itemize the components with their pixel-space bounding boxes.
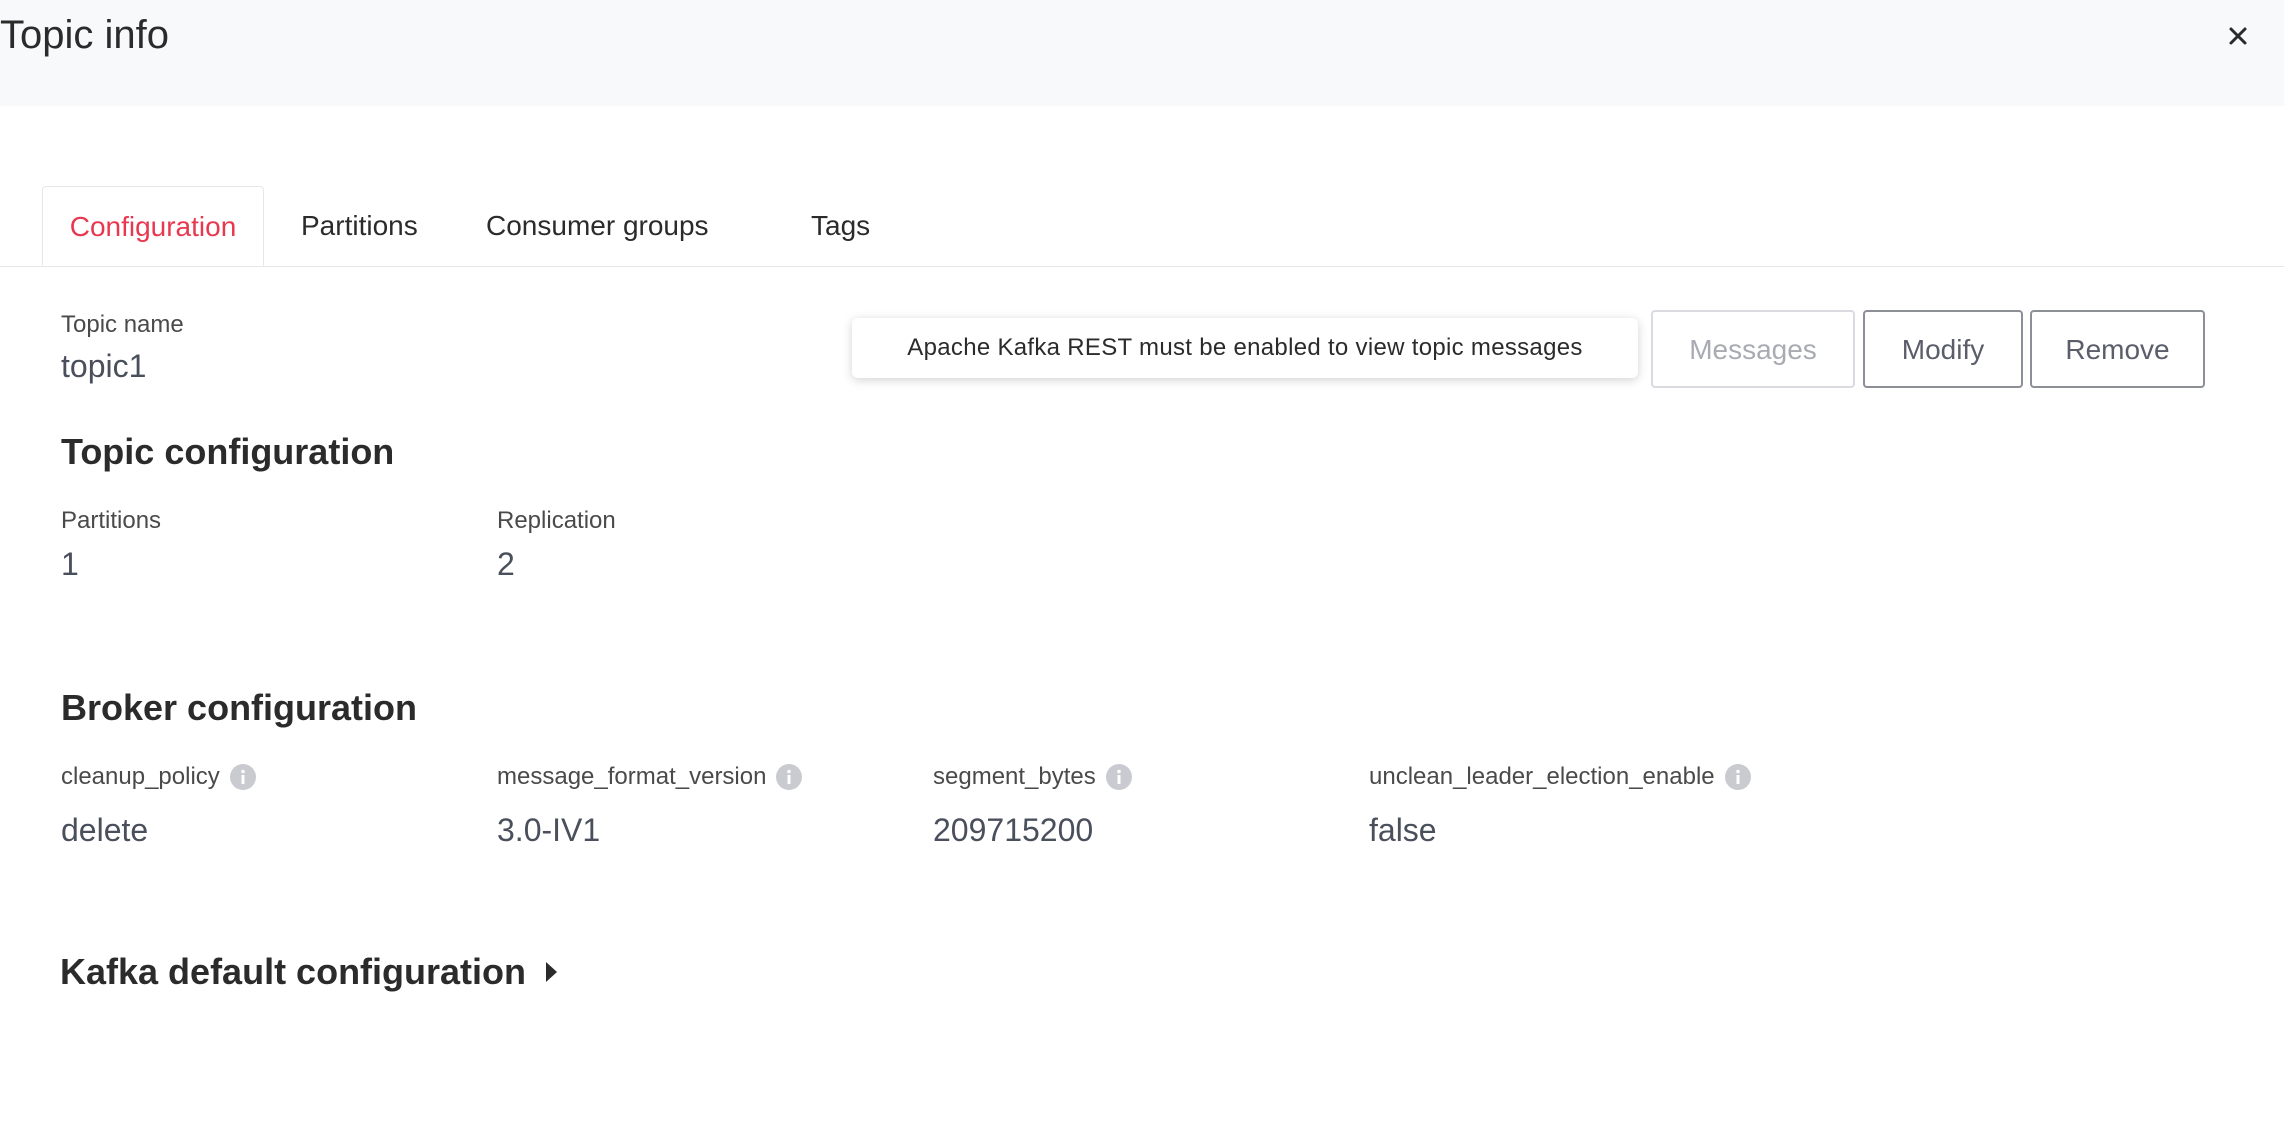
message-format-version-label: message_format_version [497, 763, 767, 790]
caret-right-icon [546, 962, 558, 982]
panel-header: Topic info [0, 0, 2284, 106]
broker-prop-label: cleanup_policy [61, 762, 256, 792]
remove-button[interactable]: Remove [2030, 310, 2205, 388]
segment-bytes-label: segment_bytes [933, 763, 1096, 790]
tab-configuration[interactable]: Configuration [42, 186, 264, 266]
topic-name-label: Topic name [61, 311, 184, 338]
topic-name-value: topic1 [61, 348, 147, 384]
tab-consumer-groups[interactable]: Consumer groups [486, 186, 709, 265]
panel-title: Topic info [0, 13, 169, 57]
cleanup-policy-value: delete [61, 812, 149, 848]
info-icon[interactable] [1724, 764, 1751, 790]
partitions-value: 1 [61, 546, 79, 582]
replication-label: Replication [497, 507, 616, 534]
info-icon[interactable] [229, 764, 256, 790]
tab-partitions[interactable]: Partitions [301, 186, 418, 265]
cleanup-policy-label: cleanup_policy [61, 763, 220, 790]
unclean-leader-election-enable-label: unclean_leader_election_enable [1369, 763, 1715, 790]
tab-tags[interactable]: Tags [811, 186, 870, 265]
kafka-default-configuration-toggle[interactable]: Kafka default configuration [60, 950, 558, 994]
info-icon[interactable] [776, 764, 803, 790]
segment-bytes-value: 209715200 [933, 812, 1094, 848]
topic-configuration-heading: Topic configuration [61, 431, 395, 472]
modify-button[interactable]: Modify [1863, 310, 2023, 388]
broker-prop-label: message_format_version [497, 762, 803, 792]
info-icon[interactable] [1105, 764, 1132, 790]
messages-disabled-tooltip: Apache Kafka REST must be enabled to vie… [852, 318, 1638, 378]
broker-prop-label: segment_bytes [933, 762, 1132, 792]
close-button[interactable] [2218, 16, 2258, 56]
partitions-label: Partitions [61, 507, 162, 534]
broker-configuration-heading: Broker configuration [61, 687, 418, 728]
close-icon [2229, 27, 2247, 45]
replication-value: 2 [497, 546, 515, 582]
broker-prop-label: unclean_leader_election_enable [1369, 762, 1751, 792]
message-format-version-value: 3.0-IV1 [497, 812, 601, 848]
kafka-default-configuration-heading: Kafka default configuration [60, 951, 527, 992]
topic-info-panel: Topic info Configuration Partitions Cons… [0, 0, 2284, 1146]
unclean-leader-election-enable-value: false [1369, 812, 1437, 848]
tab-bar: Configuration Partitions Consumer groups… [0, 186, 2284, 267]
messages-button[interactable]: Messages [1651, 310, 1855, 388]
